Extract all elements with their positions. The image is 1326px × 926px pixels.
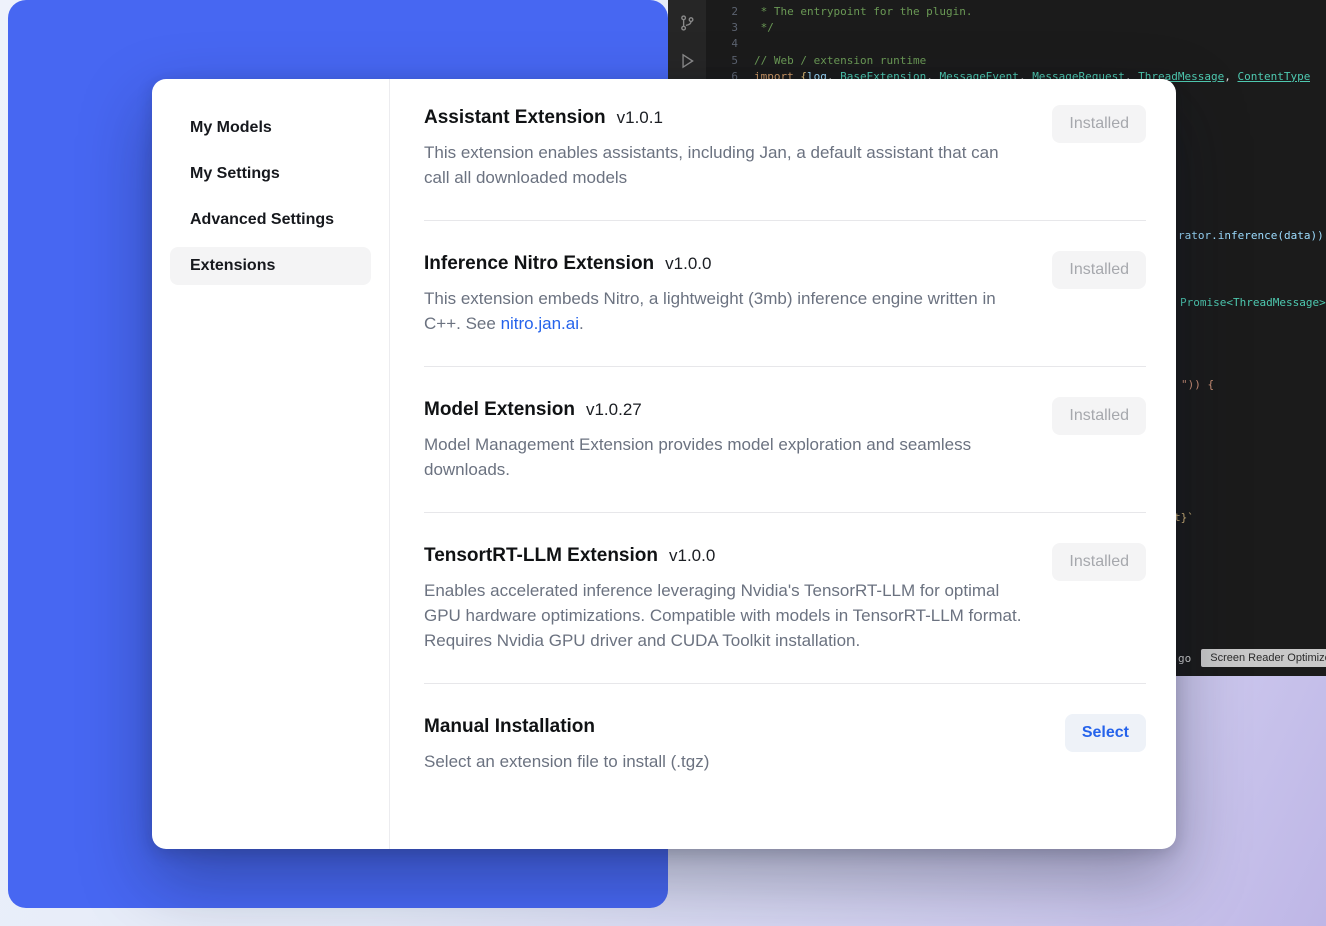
extension-info: Manual Installation Select an extension … [424,714,709,774]
sidebar-item-my-settings[interactable]: My Settings [170,155,371,193]
installed-button[interactable]: Installed [1052,105,1146,143]
extension-info: Inference Nitro Extension v1.0.0 This ex… [424,251,1024,336]
screen-reader-chip[interactable]: Screen Reader Optimize [1201,649,1326,667]
extension-description: Model Management Extension provides mode… [424,432,1024,482]
extension-row-tensorrt: TensortRT-LLM Extension v1.0.0 Enables a… [424,513,1146,684]
extension-title: Inference Nitro Extension [424,251,654,277]
extension-version: v1.0.0 [669,546,715,566]
extension-title: Assistant Extension [424,105,606,131]
editor-status-row: go Screen Reader Optimize [1178,649,1326,667]
settings-sidebar: My Models My Settings Advanced Settings … [152,79,390,849]
code-fragment: t}` [1174,511,1194,524]
extension-info: Assistant Extension v1.0.1 This extensio… [424,105,1024,190]
installed-button[interactable]: Installed [1052,543,1146,581]
code-lines: 2 * The entrypoint for the plugin.3 */45… [706,3,1326,84]
extension-row-manual-installation: Manual Installation Select an extension … [424,684,1146,774]
settings-modal: My Models My Settings Advanced Settings … [152,79,1176,849]
run-debug-icon[interactable] [678,52,696,70]
extension-version: v1.0.1 [617,108,663,128]
extension-version: v1.0.27 [586,400,642,420]
extension-description: Select an extension file to install (.tg… [424,749,709,774]
code-line: 5// Web / extension runtime [706,52,1326,68]
source-control-icon[interactable] [678,14,696,32]
sidebar-item-my-models[interactable]: My Models [170,109,371,147]
extension-info: TensortRT-LLM Extension v1.0.0 Enables a… [424,543,1024,653]
extension-description: This extension enables assistants, inclu… [424,140,1024,190]
select-button[interactable]: Select [1065,714,1146,752]
installed-button[interactable]: Installed [1052,397,1146,435]
installed-button[interactable]: Installed [1052,251,1146,289]
sidebar-item-extensions[interactable]: Extensions [170,247,371,285]
extension-title: TensortRT-LLM Extension [424,543,658,569]
code-fragment: ")) { [1181,378,1214,391]
code-fragment: Promise<ThreadMessage> [1180,296,1326,309]
extensions-list: Assistant Extension v1.0.1 This extensio… [390,79,1176,849]
extension-row-assistant: Assistant Extension v1.0.1 This extensio… [424,99,1146,221]
extension-row-model: Model Extension v1.0.27 Model Management… [424,367,1146,513]
nitro-jan-ai-link[interactable]: nitro.jan.ai [501,314,579,333]
extension-description: Enables accelerated inference leveraging… [424,578,1024,653]
extension-title: Manual Installation [424,714,595,740]
extension-description: This extension embeds Nitro, a lightweig… [424,286,1024,336]
sidebar-item-advanced-settings[interactable]: Advanced Settings [170,201,371,239]
status-text: go [1178,652,1191,665]
code-line: 4 [706,36,1326,52]
code-fragment: rator.inference(data)); [1178,229,1326,242]
code-line: 3 */ [706,19,1326,35]
code-line: 2 * The entrypoint for the plugin. [706,3,1326,19]
extension-row-nitro: Inference Nitro Extension v1.0.0 This ex… [424,221,1146,367]
extension-info: Model Extension v1.0.27 Model Management… [424,397,1024,482]
extension-title: Model Extension [424,397,575,423]
description-text: . [579,314,584,333]
extension-version: v1.0.0 [665,254,711,274]
